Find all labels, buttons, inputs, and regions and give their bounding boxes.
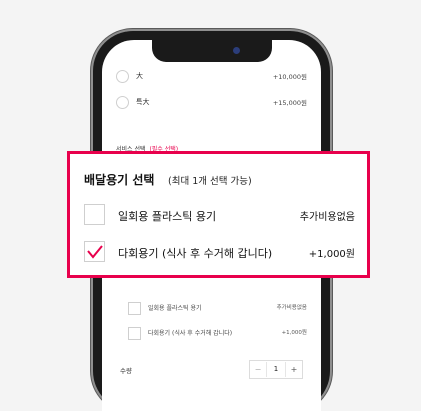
quantity-value: 1 [266,362,286,377]
option-price: +1,000원 [281,330,307,336]
callout-option-disposable[interactable]: 일회용 플라스틱 용기 추가비용없음 [84,204,355,228]
option-label: 다회용기 (식사 후 수거해 갑니다) [118,247,273,260]
checkmark-icon [87,245,103,259]
checkbox-icon[interactable] [84,204,105,225]
callout-title: 배달용기 선택 [84,173,155,187]
option-label: 大 [136,72,143,80]
quantity-stepper[interactable]: − 1 + [249,360,303,379]
option-price: +15,000원 [272,99,307,107]
plus-button[interactable]: + [286,365,302,374]
option-price: 추가비용없음 [276,305,307,311]
radio-icon[interactable] [116,96,129,109]
option-label: 특大 [136,98,150,106]
radio-icon[interactable] [116,70,129,83]
minus-button[interactable]: − [250,365,266,374]
container-option-disposable[interactable]: 일회용 플라스틱 용기 추가비용없음 [128,302,307,315]
option-label: 일회용 플라스틱 용기 [148,305,202,312]
quantity-label: 수량 [120,367,132,375]
checkbox-icon[interactable] [128,302,141,315]
container-option-reusable[interactable]: 다회용기 (식사 후 수거해 갑니다) +1,000원 [128,327,307,340]
camera-icon [232,47,240,54]
callout-subtitle: (최대 1개 선택 가능) [168,176,252,187]
size-option-large[interactable]: 大 +10,000원 [116,70,307,83]
option-price: +1,000원 [308,249,355,260]
callout-option-reusable[interactable]: 다회용기 (식사 후 수거해 갑니다) +1,000원 [84,241,355,265]
option-label: 일회용 플라스틱 용기 [118,210,217,223]
stage: 大 +10,000원 특大 +15,000원 서비스 선택 (필수 선택) 일회… [0,0,421,411]
option-price: 추가비용없음 [299,212,355,223]
checkbox-icon[interactable] [128,327,141,340]
checkbox-checked-icon[interactable] [84,241,105,262]
option-label: 다회용기 (식사 후 수거해 갑니다) [148,330,233,337]
container-selection-callout: 배달용기 선택 (최대 1개 선택 가능) 일회용 플라스틱 용기 추가비용없음… [67,151,370,278]
phone-notch [151,40,272,62]
option-price: +10,000원 [272,73,307,81]
size-option-extra-large[interactable]: 특大 +15,000원 [116,96,307,109]
